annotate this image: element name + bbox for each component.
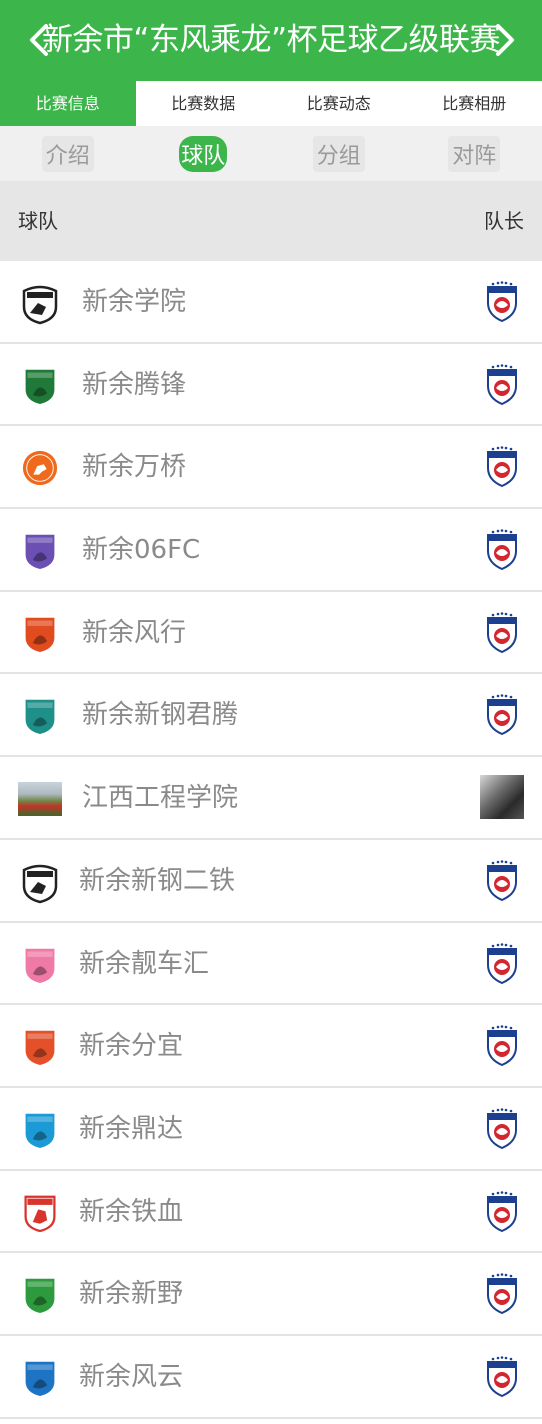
team-row[interactable]: 江西工程学院 bbox=[0, 757, 542, 840]
team-logo-icon bbox=[18, 1025, 62, 1069]
club-crest-icon[interactable] bbox=[484, 529, 520, 571]
team-name: 新余分宜 bbox=[79, 1031, 184, 1062]
captain-avatar[interactable] bbox=[480, 775, 524, 820]
team-name: 新余学院 bbox=[82, 287, 187, 317]
team-row[interactable]: 新余06FC bbox=[0, 509, 542, 592]
team-logo-icon bbox=[18, 612, 62, 656]
tab-match-data[interactable]: 比赛数据 bbox=[136, 81, 272, 126]
subtab-groups-label: 分组 bbox=[312, 135, 365, 172]
main-tabs: 比赛信息 比赛数据 比赛动态 比赛相册 bbox=[0, 81, 542, 126]
team-row[interactable]: 新余靓车汇 bbox=[0, 922, 542, 1006]
club-crest-icon[interactable] bbox=[484, 281, 520, 323]
team-logo-icon bbox=[18, 281, 62, 325]
tab-match-news[interactable]: 比赛动态 bbox=[271, 81, 407, 126]
club-crest-icon[interactable] bbox=[484, 694, 520, 736]
team-name: 新余万桥 bbox=[82, 452, 187, 483]
club-crest-icon[interactable] bbox=[484, 1025, 520, 1067]
club-crest-icon[interactable] bbox=[484, 1190, 520, 1233]
team-name: 新余风云 bbox=[79, 1361, 184, 1392]
team-logo-icon bbox=[18, 694, 62, 738]
team-logo-icon bbox=[18, 1356, 62, 1400]
team-name: 新余风行 bbox=[82, 617, 187, 648]
team-name: 新余06FC bbox=[82, 535, 201, 566]
club-crest-icon[interactable] bbox=[484, 860, 520, 902]
team-name: 江西工程学院 bbox=[82, 783, 239, 814]
tab-match-info[interactable]: 比赛信息 bbox=[0, 81, 136, 126]
team-name: 新余靓车汇 bbox=[79, 948, 210, 979]
app-header: 新余市“东风乘龙”杯足球乙级联赛 bbox=[0, 0, 542, 81]
team-logo-icon bbox=[18, 1191, 62, 1235]
subtab-teams[interactable]: 球队 bbox=[136, 126, 272, 181]
team-list: 新余学院 新余腾锋 新余万桥 新余06FC 新余风行 新余新钢君腾 江西工程学院… bbox=[0, 261, 542, 1419]
team-row[interactable]: 新余分宜 bbox=[0, 1005, 542, 1088]
tab-match-album[interactable]: 比赛相册 bbox=[407, 81, 542, 126]
column-captain: 队长 bbox=[484, 209, 524, 233]
subtab-fixtures[interactable]: 对阵 bbox=[407, 126, 542, 181]
page-title: 新余市“东风乘龙”杯足球乙级联赛 bbox=[41, 22, 501, 58]
team-logo-icon bbox=[18, 1273, 62, 1317]
subtab-groups[interactable]: 分组 bbox=[271, 126, 407, 181]
team-logo-icon bbox=[18, 446, 62, 490]
team-row[interactable]: 新余学院 bbox=[0, 261, 542, 344]
team-row[interactable]: 新余风云 bbox=[0, 1335, 542, 1419]
team-logo-icon bbox=[18, 943, 62, 987]
column-team: 球队 bbox=[18, 209, 58, 233]
team-name: 新余新钢君腾 bbox=[82, 700, 239, 731]
club-crest-icon[interactable] bbox=[484, 942, 520, 985]
chevron-left-icon[interactable] bbox=[22, 22, 58, 58]
subtab-fixtures-label: 对阵 bbox=[448, 135, 501, 172]
team-list-header: 球队 队长 bbox=[0, 181, 542, 261]
club-crest-icon[interactable] bbox=[484, 1108, 520, 1150]
team-name: 新余新钢二铁 bbox=[79, 865, 236, 896]
subtab-teams-label: 球队 bbox=[179, 135, 228, 172]
team-row[interactable]: 新余鼎达 bbox=[0, 1087, 542, 1171]
club-crest-icon[interactable] bbox=[484, 1356, 520, 1398]
team-logo-icon bbox=[18, 364, 62, 408]
team-name: 新余腾锋 bbox=[82, 369, 187, 400]
team-logo-icon bbox=[18, 1108, 62, 1152]
team-name: 新余铁血 bbox=[79, 1196, 184, 1227]
club-crest-icon[interactable] bbox=[484, 363, 520, 406]
team-row[interactable]: 新余腾锋 bbox=[0, 343, 542, 427]
team-name: 新余鼎达 bbox=[79, 1113, 184, 1144]
team-row[interactable]: 新余铁血 bbox=[0, 1170, 542, 1254]
club-crest-icon[interactable] bbox=[484, 446, 520, 488]
team-name: 新余新野 bbox=[79, 1279, 184, 1310]
team-row[interactable]: 新余新钢君腾 bbox=[0, 674, 542, 758]
team-row[interactable]: 新余风行 bbox=[0, 591, 542, 675]
team-row[interactable]: 新余万桥 bbox=[0, 426, 542, 510]
team-row[interactable]: 新余新野 bbox=[0, 1253, 542, 1336]
team-logo-icon bbox=[18, 777, 62, 821]
subtab-intro-label: 介绍 bbox=[41, 135, 94, 172]
club-crest-icon[interactable] bbox=[484, 611, 520, 654]
club-crest-icon[interactable] bbox=[484, 1273, 520, 1315]
sub-tabs: 介绍 球队 分组 对阵 bbox=[0, 126, 542, 181]
subtab-intro[interactable]: 介绍 bbox=[0, 126, 136, 181]
team-logo-icon bbox=[18, 529, 62, 573]
team-logo-icon bbox=[18, 860, 62, 904]
chevron-right-icon[interactable] bbox=[486, 22, 522, 58]
team-row[interactable]: 新余新钢二铁 bbox=[0, 839, 542, 923]
